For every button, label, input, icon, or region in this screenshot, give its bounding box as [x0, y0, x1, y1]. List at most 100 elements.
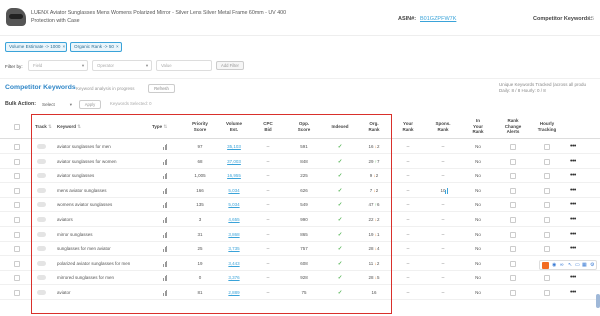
- filter-chip-organic-rank[interactable]: Organic Rank -> 50 ×: [70, 42, 122, 52]
- add-filter-button[interactable]: Add Filter: [216, 61, 244, 70]
- scrollbar[interactable]: [596, 294, 600, 308]
- col-rank-change-label: Rank Change Alerts: [504, 118, 522, 134]
- rank-change-alert-checkbox[interactable]: [510, 290, 516, 296]
- row-checkbox[interactable]: [14, 158, 20, 165]
- hourly-tracking-checkbox[interactable]: [544, 231, 550, 238]
- more-options-icon[interactable]: •••: [570, 155, 576, 169]
- row-checkbox[interactable]: [14, 202, 20, 209]
- your-rank: --: [406, 260, 410, 266]
- more-options-icon[interactable]: •••: [570, 198, 576, 212]
- wrench-icon[interactable]: ⚙: [590, 261, 594, 270]
- spons-rank: --: [441, 290, 445, 295]
- spons-rank: --: [441, 158, 445, 164]
- rank-change-alert-checkbox[interactable]: [510, 173, 516, 180]
- filter-value-input[interactable]: Value: [156, 60, 212, 71]
- refresh-button[interactable]: Refresh: [148, 84, 175, 93]
- row-checkbox[interactable]: [14, 217, 20, 223]
- product-header: LUENX Aviator Sunglasses Mens Womens Pol…: [0, 0, 600, 36]
- spons-rank: --: [441, 275, 445, 281]
- rank-change-alert-checkbox[interactable]: [510, 260, 516, 267]
- bulk-action-select[interactable]: Select ▾: [42, 100, 72, 109]
- col-your-rank[interactable]: Your Rank: [398, 121, 418, 132]
- row-checkbox[interactable]: [14, 260, 20, 267]
- col-in-your-rank[interactable]: In Your Rank: [468, 118, 488, 135]
- row-checkbox[interactable]: [14, 144, 20, 150]
- spons-chart-icon[interactable]: [445, 187, 449, 194]
- grid-icon[interactable]: ▦: [582, 261, 587, 270]
- divider: [0, 78, 600, 79]
- hourly-tracking-checkbox[interactable]: [544, 187, 550, 194]
- rank-change-alert-checkbox[interactable]: [510, 217, 516, 223]
- rank-change-alert-checkbox[interactable]: [510, 231, 516, 238]
- rank-change-alert-checkbox[interactable]: [510, 275, 516, 282]
- chevron-down-icon: ▾: [69, 102, 72, 107]
- col-in-your-rank-label: In Your Rank: [472, 118, 484, 134]
- row-checkbox[interactable]: [14, 246, 20, 253]
- analysis-status: Keyword analysis in progress: [76, 86, 135, 91]
- more-options-icon[interactable]: •••: [570, 184, 576, 198]
- rank-change-alert-checkbox[interactable]: [510, 202, 516, 209]
- bulk-action-label: Bulk Action:: [5, 101, 36, 107]
- close-icon[interactable]: ×: [116, 44, 119, 49]
- col-spons-rank-label: Spons. Rank: [435, 121, 451, 132]
- hourly-tracking-checkbox[interactable]: [544, 173, 550, 180]
- your-rank: --: [406, 158, 410, 164]
- in-your-rank: No: [475, 217, 481, 222]
- asin-link[interactable]: B01GZPFW7K: [420, 16, 456, 22]
- your-rank: --: [406, 246, 410, 252]
- competitor-keywords-label: Competitor Keywords:: [533, 16, 592, 22]
- eye-icon[interactable]: ◉: [552, 261, 556, 270]
- spons-rank: --: [441, 173, 445, 179]
- row-checkbox[interactable]: [14, 187, 20, 194]
- filter-field-select[interactable]: Field ▾: [28, 60, 88, 71]
- frame-icon[interactable]: ▭: [575, 261, 580, 270]
- chevron-down-icon: ▾: [81, 63, 84, 68]
- col-hourly-tracking[interactable]: Hourly Tracking: [534, 121, 560, 132]
- select-all-checkbox[interactable]: [14, 124, 20, 130]
- col-rank-change-alerts[interactable]: Rank Change Alerts: [501, 118, 525, 135]
- hourly-tracking-checkbox[interactable]: [544, 275, 550, 282]
- more-options-icon[interactable]: •••: [570, 242, 576, 256]
- col-hourly-label: Hourly Tracking: [537, 121, 557, 132]
- unique-keywords-line2: Daily: 8 / 8 Hourly: 0 / 8: [499, 88, 546, 93]
- hourly-tracking-checkbox[interactable]: [544, 290, 550, 296]
- link-icon[interactable]: ∞: [560, 261, 564, 270]
- apply-button[interactable]: Apply: [79, 100, 101, 109]
- row-checkbox[interactable]: [14, 275, 20, 282]
- row-checkbox[interactable]: [14, 231, 20, 238]
- hourly-tracking-checkbox[interactable]: [544, 144, 550, 150]
- hourly-tracking-checkbox[interactable]: [544, 246, 550, 253]
- rank-change-alert-checkbox[interactable]: [510, 158, 516, 165]
- filter-chip-volume[interactable]: Volume Estimate -> 1000 ×: [5, 42, 67, 52]
- more-options-icon[interactable]: •••: [570, 286, 576, 300]
- spons-rank: --: [441, 202, 445, 208]
- filter-value-placeholder: Value: [161, 63, 172, 68]
- keywords-selected: Keywords Selected: 0: [110, 101, 152, 106]
- more-options-icon[interactable]: •••: [570, 228, 576, 242]
- your-rank: --: [406, 144, 410, 149]
- hourly-tracking-checkbox[interactable]: [544, 202, 550, 209]
- filter-label: Filter by:: [5, 64, 23, 69]
- your-rank: --: [406, 202, 410, 208]
- filter-chip-label: Organic Rank -> 50: [74, 44, 114, 49]
- hourly-tracking-checkbox[interactable]: [544, 217, 550, 223]
- rank-change-alert-checkbox[interactable]: [510, 144, 516, 150]
- filter-operator-select[interactable]: Operator ▾: [92, 60, 152, 71]
- col-spons-rank[interactable]: Spons. Rank: [432, 121, 454, 132]
- more-options-icon[interactable]: •••: [570, 140, 576, 154]
- extension-toolbar[interactable]: ◉ ∞ ↖ ▭ ▦ ⚙: [539, 260, 597, 270]
- hourly-tracking-checkbox[interactable]: [544, 158, 550, 165]
- your-rank: --: [406, 231, 410, 237]
- more-options-icon[interactable]: •••: [570, 169, 576, 183]
- close-icon[interactable]: ×: [62, 44, 65, 49]
- chevron-down-icon: ▾: [145, 63, 148, 68]
- cursor-icon[interactable]: ↖: [568, 261, 572, 270]
- rank-change-alert-checkbox[interactable]: [510, 187, 516, 194]
- filter-field-placeholder: Field: [33, 63, 43, 68]
- in-your-rank: No: [475, 260, 481, 266]
- more-options-icon[interactable]: •••: [570, 213, 576, 227]
- rank-change-alert-checkbox[interactable]: [510, 246, 516, 253]
- row-checkbox[interactable]: [14, 290, 20, 296]
- more-options-icon[interactable]: •••: [570, 271, 576, 285]
- row-checkbox[interactable]: [14, 173, 20, 180]
